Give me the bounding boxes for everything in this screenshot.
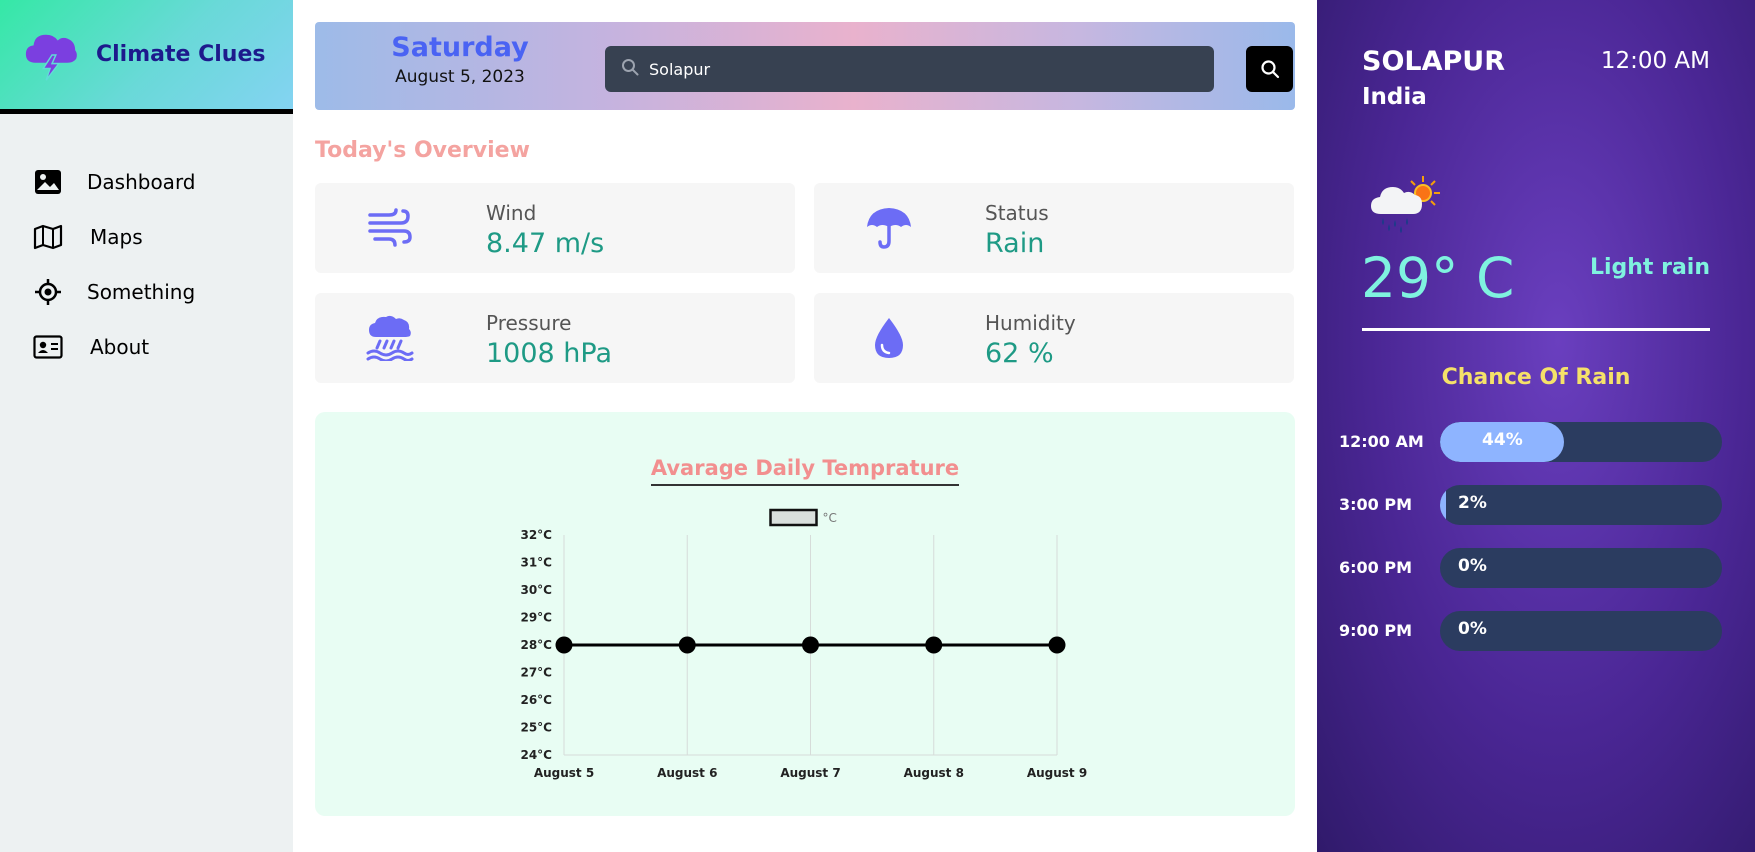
sidebar-item-maps[interactable]: Maps (0, 209, 293, 264)
wind-label: Wind (486, 201, 537, 225)
chart-data-point (802, 636, 819, 654)
brand-header: Climate Clues (0, 0, 293, 114)
temperature-chart-panel: Avarage Daily Temprature 32°C 31°C 30°C 29°… (315, 412, 1295, 816)
search-icon (621, 58, 639, 80)
chance-of-rain-title: Chance Of Rain (1441, 365, 1631, 390)
status-value: Rain (985, 228, 1045, 259)
search-box[interactable] (605, 46, 1214, 92)
rain-sun-icon (1371, 176, 1440, 233)
sidebar-nav: Dashboard Maps Something About (0, 154, 293, 374)
chart-legend-swatch (769, 508, 818, 527)
chart-y-tick-label: 27°C (520, 666, 552, 680)
chart-x-tick-label: August 5 (534, 766, 594, 780)
rain-row: 3:00 PM 2% (1317, 485, 1755, 525)
rain-percent: 2% (1458, 493, 1487, 513)
overview-title: Today's Overview (315, 138, 530, 163)
rain-row: 6:00 PM 0% (1317, 548, 1755, 588)
search-button[interactable] (1246, 46, 1293, 92)
country-name: India (1362, 84, 1427, 110)
sidebar-item-label: Maps (90, 224, 143, 249)
current-weather-panel: SOLAPUR India 12:00 AM 29° C Light rain … (1317, 0, 1755, 852)
rain-progress-bar: 2% (1440, 485, 1722, 525)
humidity-label: Humidity (985, 311, 1076, 335)
date-block: Saturday August 5, 2023 (375, 32, 545, 87)
image-icon (33, 168, 63, 196)
chart-x-tick-label: August 8 (904, 766, 964, 780)
chart-y-tick-label: 31°C (520, 556, 552, 570)
chart-x-tick-label: August 9 (1027, 766, 1087, 780)
temperature-chart: 32°C 31°C 30°C 29°C 28°C 27°C 26°C 25°C 24°C Augu… (520, 508, 1087, 780)
current-temperature: 29° C (1361, 246, 1515, 310)
status-card: Status Rain (814, 183, 1294, 273)
rain-time: 3:00 PM (1339, 495, 1413, 514)
wind-icon (365, 203, 415, 253)
city-name: SOLAPUR (1362, 46, 1506, 77)
main-content: Saturday August 5, 2023 Today's Overview… (293, 0, 1317, 852)
pressure-label: Pressure (486, 311, 572, 335)
chart-legend-label: °C (823, 511, 837, 525)
rain-time: 6:00 PM (1339, 558, 1413, 577)
rain-percent: 0% (1458, 556, 1487, 576)
chart-y-tick-label: 25°C (520, 721, 552, 735)
chart-y-tick-label: 24°C (520, 748, 552, 762)
full-date: August 5, 2023 (395, 67, 525, 87)
rain-time: 12:00 AM (1339, 432, 1424, 451)
rain-progress-bar: 0% (1440, 611, 1722, 651)
id-card-icon (33, 333, 63, 361)
sidebar-item-label: Dashboard (87, 169, 196, 194)
droplet-icon (864, 313, 914, 363)
logo-icon (25, 34, 77, 81)
sidebar-item-dashboard[interactable]: Dashboard (0, 154, 293, 209)
rain-time: 9:00 PM (1339, 621, 1413, 640)
rain-progress-fill (1440, 485, 1446, 525)
sidebar-item-label: About (90, 334, 150, 359)
rain-row: 9:00 PM 0% (1317, 611, 1755, 651)
status-label: Status (985, 201, 1049, 225)
sidebar-item-label: Something (87, 279, 196, 304)
app-name: Climate Clues (96, 42, 266, 67)
pressure-card: Pressure 1008 hPa (315, 293, 795, 383)
sidebar-item-about[interactable]: About (0, 319, 293, 374)
chart-y-tick-label: 26°C (520, 693, 552, 707)
humidity-value: 62 % (985, 338, 1054, 369)
chart-data-point (678, 636, 696, 654)
chart-y-tick-label: 28°C (520, 638, 552, 652)
rain-percent: 0% (1458, 619, 1487, 639)
wind-value: 8.47 m/s (486, 228, 605, 259)
rain-progress-bar: 44% (1440, 422, 1722, 462)
wind-card: Wind 8.47 m/s (315, 183, 795, 273)
chart-data-point (1048, 636, 1066, 654)
map-icon (33, 223, 63, 251)
chart-data-point (555, 636, 573, 654)
humidity-card: Humidity 62 % (814, 293, 1294, 383)
pressure-value: 1008 hPa (486, 338, 613, 369)
current-time: 12:00 AM (1600, 48, 1710, 74)
rain-row: 12:00 AM 44% (1317, 422, 1755, 462)
chart-x-tick-label: August 6 (657, 766, 717, 780)
rain-progress-bar: 0% (1440, 548, 1722, 588)
crosshair-icon (33, 278, 63, 306)
chart-y-tick-label: 29°C (520, 611, 552, 625)
search-icon (1260, 60, 1279, 79)
chart-data-point (925, 636, 943, 654)
search-input[interactable] (649, 59, 1189, 79)
header-bar: Saturday August 5, 2023 (315, 22, 1295, 110)
cloud-rain-icon (365, 313, 415, 363)
weather-condition: Light rain (1589, 255, 1710, 280)
chart-x-tick-label: August 7 (780, 766, 840, 780)
umbrella-icon (864, 203, 914, 253)
sidebar-item-something[interactable]: Something (0, 264, 293, 319)
chart-y-tick-label: 32°C (520, 528, 552, 542)
sidebar: Climate Clues Dashboard Maps Something A… (0, 0, 293, 852)
divider (1362, 328, 1710, 331)
day-name: Saturday (391, 32, 529, 63)
rain-percent: 44% (1482, 430, 1523, 450)
chart-y-tick-label: 30°C (520, 583, 552, 597)
